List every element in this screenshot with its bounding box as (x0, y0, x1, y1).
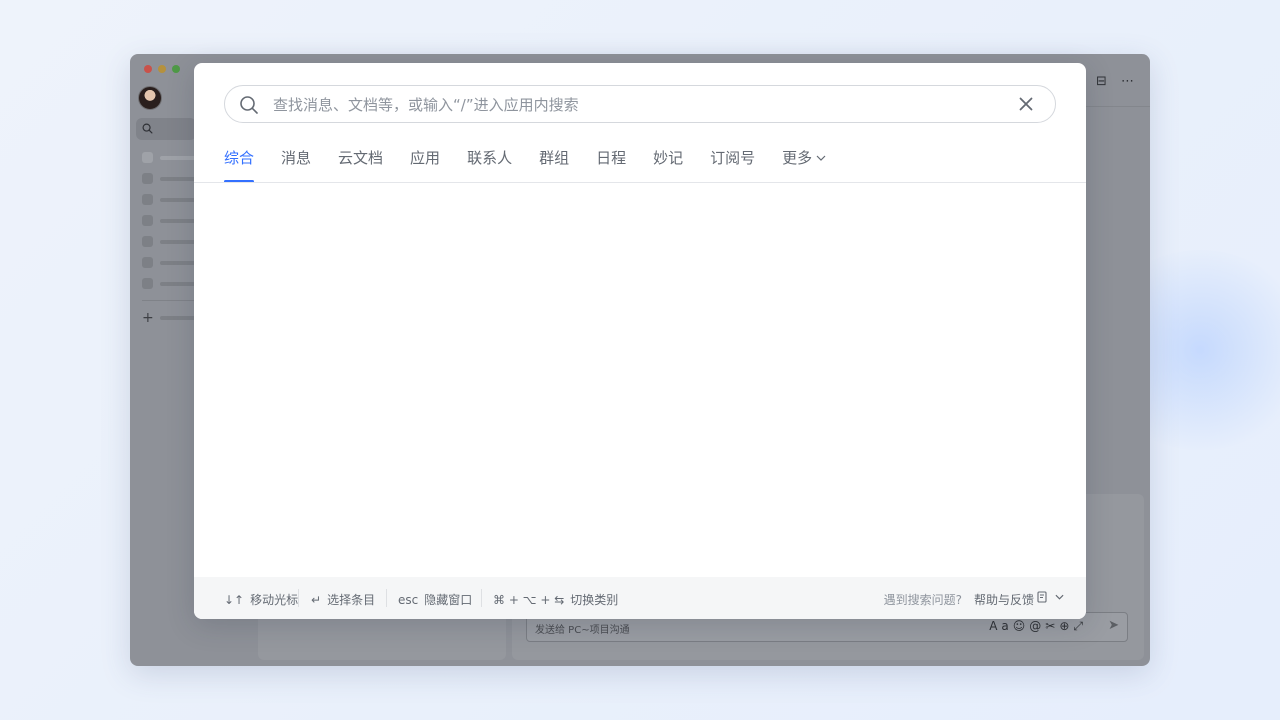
sidebar-search-icon[interactable] (136, 118, 196, 140)
hint-move-label: 移动光标 (250, 593, 299, 607)
switch-shortcut-keys: ⌘ + ⌥ + ⇆ (493, 593, 565, 607)
chevron-down-icon (816, 155, 826, 161)
category-tabs: 综合 消息 云文档 应用 联系人 群组 日程 妙记 订阅号 更多 (224, 147, 853, 183)
tab-groups[interactable]: 群组 (539, 147, 569, 183)
hint-switch: ⌘ + ⌥ + ⇆ 切换类别 (493, 591, 618, 608)
plus-icon[interactable]: + (142, 310, 154, 326)
composer-placeholder: 发送给 PC~项目沟通 (535, 625, 630, 636)
search-modal: 综合 消息 云文档 应用 联系人 群组 日程 妙记 订阅号 更多 ↓↑ 移动光标 … (194, 63, 1086, 619)
window-maximize-dot[interactable] (172, 65, 180, 73)
hint-switch-label: 切换类别 (570, 593, 619, 607)
shortcut-footer: ↓↑ 移动光标 ↵ 选择条目 esc 隐藏窗口 ⌘ + ⌥ + ⇆ 切换类别 遇到搜索问… (194, 577, 1086, 619)
enter-icon: ↵ (311, 593, 322, 607)
tab-messages[interactable]: 消息 (281, 147, 311, 183)
hint-esc-label: 隐藏窗口 (424, 593, 473, 607)
tab-contacts[interactable]: 联系人 (467, 147, 512, 183)
composer-toolbar: Aa☺@✂⊕⤢ (989, 619, 1087, 634)
tab-all[interactable]: 综合 (224, 147, 255, 183)
window-minimize-dot[interactable] (158, 65, 166, 73)
sidebar-add-label (160, 316, 196, 320)
window-toolbar: ⊟ ⋯ (1086, 74, 1134, 89)
search-bar[interactable] (224, 85, 1056, 124)
search-input[interactable] (271, 86, 975, 124)
esc-key: esc (398, 593, 419, 607)
font-format-icon[interactable]: Aa (989, 619, 1013, 633)
scissors-icon[interactable]: ✂ (1045, 619, 1059, 633)
hint-move: ↓↑ 移动光标 (224, 591, 298, 608)
close-icon[interactable] (1019, 97, 1033, 111)
more-icon[interactable]: ⋯ (1121, 74, 1134, 89)
tabs-divider (194, 182, 1086, 183)
tab-subscriptions[interactable]: 订阅号 (710, 147, 755, 183)
tab-calendar[interactable]: 日程 (596, 147, 626, 183)
search-problem-text: 遇到搜索问题? (883, 593, 962, 607)
sidebar-divider (142, 300, 196, 301)
tab-more[interactable]: 更多 (782, 147, 826, 183)
chevron-down-icon (1055, 594, 1064, 600)
arrows-icon: ↓↑ (224, 593, 245, 607)
tab-minutes[interactable]: 妙记 (653, 147, 683, 183)
document-edit-icon (1037, 591, 1047, 603)
hint-select: ↵ 选择条目 (311, 591, 375, 608)
feedback-menu[interactable] (1037, 590, 1064, 604)
avatar[interactable] (138, 86, 162, 110)
tab-docs[interactable]: 云文档 (338, 147, 383, 183)
hint-esc: esc 隐藏窗口 (398, 591, 472, 608)
emoji-icon[interactable]: ☺ (1013, 619, 1030, 633)
hint-select-label: 选择条目 (327, 593, 376, 607)
mention-icon[interactable]: @ (1029, 619, 1045, 633)
footer-divider (481, 589, 482, 607)
expand-icon[interactable]: ⤢ (1073, 619, 1087, 633)
search-icon (240, 96, 258, 114)
add-circle-icon[interactable]: ⊕ (1059, 619, 1073, 633)
help-feedback-link[interactable]: 帮助与反馈 (974, 591, 1034, 608)
send-icon[interactable]: ➤ (1108, 618, 1119, 633)
tab-more-label: 更多 (782, 149, 813, 167)
tab-apps[interactable]: 应用 (410, 147, 440, 183)
footer-divider (298, 589, 299, 607)
window-close-dot[interactable] (144, 65, 152, 73)
pin-icon[interactable]: ⊟ (1096, 74, 1107, 89)
footer-divider (386, 589, 387, 607)
